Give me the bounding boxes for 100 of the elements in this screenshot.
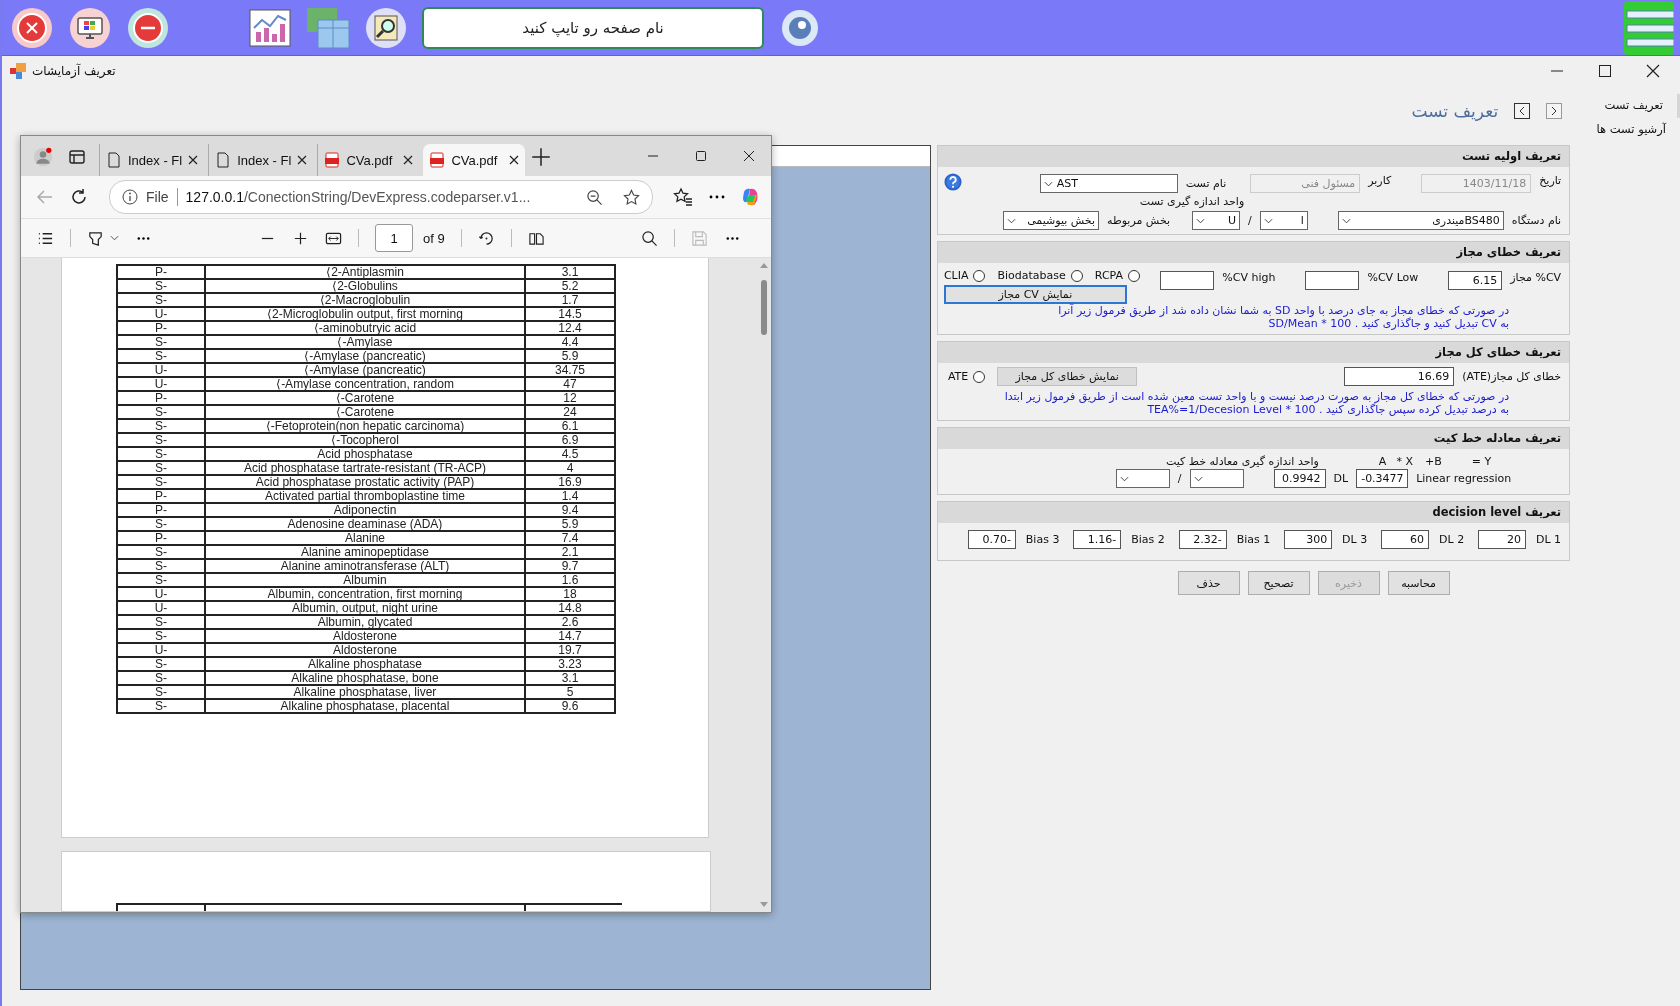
highlighter-icon[interactable] (87, 229, 104, 247)
unit-dropdown[interactable]: U (1192, 211, 1241, 230)
value-field[interactable]: 60 (1381, 530, 1430, 549)
close-icon[interactable] (1646, 64, 1660, 78)
address-bar[interactable]: File 127.0.0.1/ConectionString/DevExpress.codeparser.v1... (109, 180, 653, 214)
action-button[interactable]: تصحیح (1247, 571, 1310, 595)
value-field[interactable]: 20 (1478, 530, 1527, 549)
chevron-down-icon[interactable] (1196, 217, 1206, 224)
cv-high-field[interactable] (1160, 271, 1215, 290)
device-dropdown[interactable]: BS480میندری (1337, 211, 1504, 230)
unit-dropdown[interactable] (1189, 469, 1244, 488)
table-cell: P- (117, 321, 205, 335)
value-field[interactable]: 1.16- (1073, 530, 1122, 549)
table-cell: 16.9 (525, 475, 615, 489)
test-dropdown[interactable]: AST (1039, 174, 1178, 193)
chevron-down-icon[interactable] (1119, 475, 1129, 482)
field-label: واحد اندازه گیری معادله خط کیت (1165, 454, 1319, 468)
maximize-icon[interactable] (695, 150, 707, 162)
table-cell: ⟨-Amylase (pancreatic) (205, 363, 525, 377)
table-cell: Acid phosphatase (205, 447, 525, 461)
table-cell: Acid phosphatase tartrate-resistant (TR-ACP) (205, 461, 525, 475)
a-field[interactable]: 0.9942 (1273, 469, 1326, 488)
radio-button[interactable]: RCPA (1094, 269, 1141, 282)
table-cell: 9.6 (525, 699, 615, 713)
search-icon[interactable] (364, 5, 408, 50)
table-cell: 19.7 (525, 643, 615, 657)
zoom-out-icon[interactable] (586, 188, 603, 206)
cv-low-field[interactable] (1305, 271, 1360, 290)
show-ate-button[interactable]: نمایش خطای کل مجاز (997, 367, 1138, 386)
field-label: CV Low% (1367, 271, 1419, 284)
field-label: بخش مربوطه (1107, 214, 1171, 227)
close-icon[interactable] (509, 155, 520, 165)
table-cell: 2.6 (525, 615, 615, 629)
chevron-down-icon[interactable] (1193, 475, 1203, 482)
formula-label: = Y (1471, 454, 1492, 468)
field-label: کاربر (1368, 174, 1392, 187)
help-icon[interactable] (943, 173, 962, 191)
show-cv-button[interactable]: نمایش CV مجاز (943, 285, 1127, 304)
action-button[interactable]: حذف (1177, 571, 1240, 595)
value-field[interactable]: 2.32- (1178, 530, 1227, 549)
chevron-down-icon[interactable] (1341, 217, 1351, 224)
department-dropdown[interactable]: بخش بیوشیمی (1003, 211, 1099, 230)
favorites-icon[interactable] (673, 187, 693, 207)
radio-button[interactable]: ATE (947, 370, 986, 383)
chevron-down-icon[interactable] (110, 235, 119, 241)
browser-tab[interactable]: CVa.pdf (423, 144, 526, 176)
search-field[interactable]: نام صفحه رو تایپ کنید (422, 6, 764, 49)
sidebar-item[interactable]: آرشیو تست ها (1570, 118, 1680, 142)
table-cell: 2.1 (525, 545, 615, 559)
table-cell: Adenosine deaminase (ADA) (205, 517, 525, 531)
sidebar-item[interactable]: تعریف تست (1570, 94, 1680, 118)
chevron-right-icon[interactable] (1546, 102, 1563, 119)
field-label: خطای کل مجاز(ATE) (1462, 370, 1562, 383)
table-cell: 6.1 (525, 419, 615, 433)
maximize-icon[interactable] (1598, 64, 1612, 78)
chevron-down-icon[interactable] (1007, 217, 1016, 224)
menu-icon[interactable] (1624, 0, 1674, 55)
profile-icon[interactable] (33, 147, 53, 167)
window-title: تعریف آزمایشات (32, 64, 116, 78)
refresh-icon[interactable] (69, 187, 89, 207)
scroll-thumb[interactable] (761, 280, 767, 335)
unit-dropdown[interactable]: l (1259, 211, 1308, 230)
table-cell: ⟨-Fetoprotein(non hepatic carcinoma) (205, 419, 525, 433)
cv-field[interactable]: 6.15 (1448, 271, 1503, 290)
page-number-field[interactable]: 1 (375, 224, 413, 252)
table-cell: 12 (525, 391, 615, 405)
section-title: تعریف خطای مجاز (937, 242, 1570, 263)
b-field[interactable]: -0.3477 (1356, 469, 1409, 488)
tab-actions-icon[interactable] (67, 147, 87, 167)
monitor-icon[interactable] (68, 5, 112, 50)
close-icon[interactable] (188, 155, 199, 165)
chevron-down-icon[interactable] (1043, 180, 1053, 187)
info-icon[interactable] (122, 189, 138, 205)
plus-icon[interactable] (531, 147, 552, 167)
table-cell: P- (117, 391, 205, 405)
search-icon[interactable] (641, 229, 658, 247)
value-field[interactable]: 0.70- (967, 530, 1016, 549)
table-cell: S- (117, 475, 205, 489)
chevron-left-icon[interactable] (1514, 102, 1531, 119)
ate-field[interactable]: 16.69 (1344, 367, 1455, 386)
table-cell: ⟨-Tocopherol (205, 433, 525, 447)
close-icon[interactable] (743, 150, 755, 162)
unit-dropdown[interactable] (1115, 469, 1170, 488)
radio-button[interactable]: CLIA (943, 269, 986, 282)
rotate-icon[interactable] (477, 229, 495, 247)
value-field[interactable]: 300 (1284, 530, 1333, 549)
close-icon[interactable] (297, 155, 308, 165)
star-icon[interactable] (623, 188, 640, 206)
minus-icon[interactable] (126, 5, 170, 50)
chevron-down-icon[interactable] (1263, 217, 1273, 224)
field-label: واحد اندازه گیری تست (1139, 195, 1245, 208)
field-label: تاریخ (1539, 174, 1562, 187)
action-button[interactable]: محاسبه (1387, 571, 1450, 595)
table-cell: Alkaline phosphatase, liver (205, 685, 525, 699)
radio-button[interactable]: Biodatabase (997, 269, 1083, 282)
table-cell: 5.9 (525, 349, 615, 363)
assistant-icon[interactable] (741, 187, 761, 207)
table-cell: 5.9 (525, 517, 615, 531)
table-cell: ⟨2-Microglobulin output, first morning (205, 307, 525, 321)
close-icon[interactable] (403, 155, 414, 165)
